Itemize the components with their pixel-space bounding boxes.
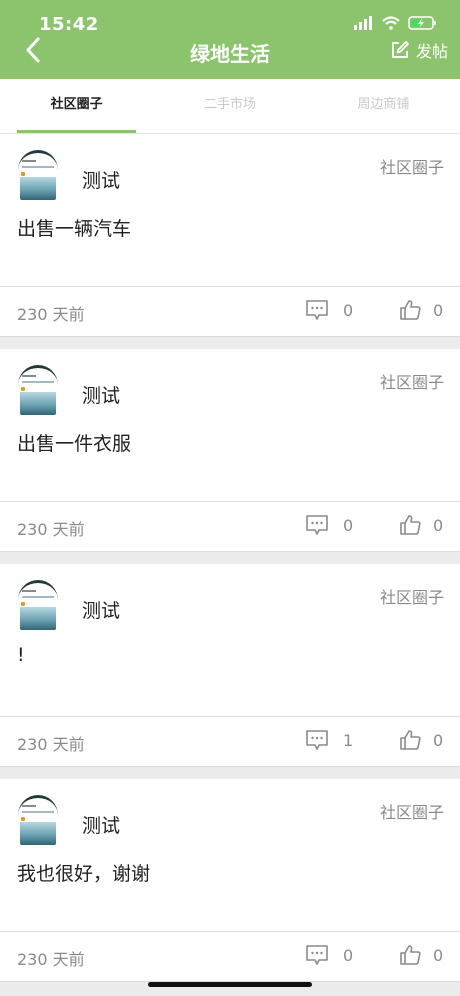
comment-button[interactable]: 1: [305, 729, 353, 751]
like-button[interactable]: 0: [399, 299, 443, 321]
app-header: 15:42 绿地生活 发帖: [0, 0, 460, 79]
comment-count: 0: [343, 515, 354, 535]
like-count: 0: [433, 300, 444, 320]
post-button[interactable]: 发帖: [390, 38, 448, 62]
like-count: 0: [433, 945, 444, 965]
post-footer: 230 天前 0 0: [0, 931, 460, 981]
post-author: 测试: [82, 815, 121, 837]
post-card[interactable]: 测试 社区圈子 出售一辆汽车 230 天前 0 0: [0, 134, 460, 337]
home-indicator[interactable]: [148, 982, 312, 987]
post-content: !: [17, 644, 25, 666]
post-author: 测试: [82, 600, 121, 622]
post-time: 230 天前: [17, 305, 85, 324]
cellular-signal-icon: [354, 16, 372, 30]
edit-icon: [391, 41, 409, 58]
comment-count: 0: [343, 945, 354, 965]
like-button[interactable]: 0: [399, 514, 443, 536]
thumbs-up-icon: [400, 515, 421, 535]
comment-button[interactable]: 0: [305, 944, 353, 966]
comment-button[interactable]: 0: [305, 299, 353, 321]
tab-community[interactable]: 社区圈子: [0, 79, 153, 133]
comment-icon: [306, 945, 328, 965]
tab-second-hand[interactable]: 二手市场: [153, 79, 306, 133]
post-feed: 测试 社区圈子 出售一辆汽车 230 天前 0 0 测试 社区圈子 出售一件衣服…: [0, 134, 460, 994]
category-tabs: 社区圈子 二手市场 周边商铺: [0, 79, 460, 134]
thumbs-up-icon: [400, 945, 421, 965]
status-time: 15:42: [39, 14, 99, 35]
comment-count: 0: [343, 300, 354, 320]
comment-count: 1: [343, 730, 354, 750]
post-footer: 230 天前 1 0: [0, 716, 460, 766]
post-time: 230 天前: [17, 950, 85, 969]
post-category: 社区圈子: [379, 803, 444, 822]
post-card[interactable]: 测试 社区圈子 ! 230 天前 1 0: [0, 564, 460, 767]
avatar[interactable]: [18, 365, 58, 415]
tab-nearby-shops[interactable]: 周边商铺: [307, 79, 460, 133]
comment-button[interactable]: 0: [305, 514, 353, 536]
like-count: 0: [433, 515, 444, 535]
comment-icon: [306, 730, 328, 750]
avatar[interactable]: [18, 580, 58, 630]
post-footer: 230 天前 0 0: [0, 501, 460, 551]
post-time: 230 天前: [17, 735, 85, 754]
post-card[interactable]: 测试 社区圈子 我也很好，谢谢 230 天前 0 0: [0, 779, 460, 982]
comment-icon: [306, 300, 328, 320]
post-content: 我也很好，谢谢: [17, 863, 151, 885]
post-footer: 230 天前 0 0: [0, 286, 460, 336]
post-content: 出售一件衣服: [17, 433, 132, 455]
battery-charging-icon: [408, 16, 436, 30]
avatar[interactable]: [18, 150, 58, 200]
post-card[interactable]: 测试 社区圈子 出售一件衣服 230 天前 0 0: [0, 349, 460, 552]
post-time: 230 天前: [17, 520, 85, 539]
like-count: 0: [433, 730, 444, 750]
avatar[interactable]: [18, 795, 58, 845]
like-button[interactable]: 0: [399, 729, 443, 751]
wifi-icon: [382, 16, 400, 30]
comment-icon: [306, 515, 328, 535]
post-category: 社区圈子: [379, 588, 444, 607]
status-icons: [354, 16, 438, 30]
post-category: 社区圈子: [379, 373, 444, 392]
post-author: 测试: [82, 170, 121, 192]
post-content: 出售一辆汽车: [17, 218, 132, 240]
post-category: 社区圈子: [379, 158, 444, 177]
thumbs-up-icon: [400, 730, 421, 750]
post-author: 测试: [82, 385, 121, 407]
like-button[interactable]: 0: [399, 944, 443, 966]
thumbs-up-icon: [400, 300, 421, 320]
post-button-label: 发帖: [415, 42, 448, 61]
